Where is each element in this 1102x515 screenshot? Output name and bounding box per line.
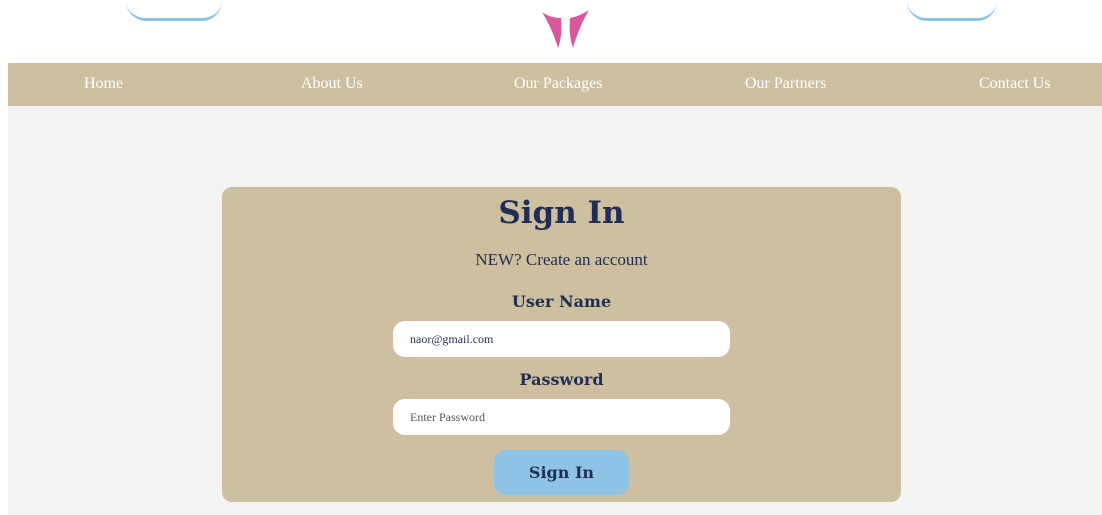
password-label: Password xyxy=(519,370,604,389)
signin-title: Sign In xyxy=(498,195,625,231)
signin-button[interactable]: Sign In xyxy=(494,450,629,495)
site-header xyxy=(0,0,1102,63)
nav-about-link[interactable]: About Us xyxy=(301,75,363,93)
header-left-button[interactable] xyxy=(126,0,222,21)
create-account-link[interactable]: NEW? Create an account xyxy=(222,250,901,270)
nav-partners-link[interactable]: Our Partners xyxy=(745,75,826,93)
header-right-button[interactable] xyxy=(907,0,997,21)
page-content: Sign In NEW? Create an account User Name… xyxy=(8,106,1102,515)
username-label: User Name xyxy=(511,292,612,311)
main-nav: Home About Us Our Packages Our Partners … xyxy=(8,63,1102,106)
password-input[interactable] xyxy=(393,399,730,435)
signin-card: Sign In NEW? Create an account User Name… xyxy=(222,187,901,502)
butterfly-logo-icon[interactable] xyxy=(534,0,594,50)
nav-home-link[interactable]: Home xyxy=(84,75,123,93)
username-input[interactable] xyxy=(393,321,730,357)
nav-packages-link[interactable]: Our Packages xyxy=(514,75,602,93)
nav-contact-link[interactable]: Contact Us xyxy=(979,75,1051,93)
